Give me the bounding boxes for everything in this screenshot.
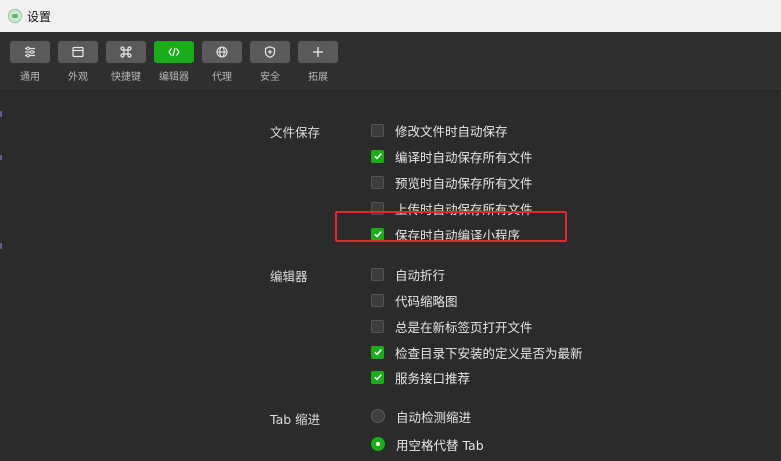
edge-mark (0, 111, 2, 117)
tab-shortcuts-label: 快捷键 (111, 72, 141, 83)
section-title-file-save: 文件保存 (270, 125, 321, 140)
tab-security-button[interactable] (250, 41, 290, 63)
settings-content: 文件保存 修改文件时自动保存 编译时自动保存所有文件 预览时自动保存所有文件 上… (0, 91, 781, 461)
tab-proxy-label: 代理 (212, 72, 232, 83)
checkbox[interactable] (371, 175, 384, 189)
option-auto-detect-indent[interactable]: 自动检测缩进 (371, 406, 471, 426)
option-label: 修改文件时自动保存 (395, 123, 508, 139)
checkbox[interactable] (371, 123, 384, 137)
tab-editor-button[interactable] (154, 41, 194, 63)
edge-mark (0, 243, 2, 249)
option-label: 自动检测缩进 (396, 409, 472, 425)
plus-icon (313, 47, 323, 57)
checkbox[interactable] (371, 293, 384, 307)
option-open-in-new-tab[interactable]: 总是在新标签页打开文件 (371, 316, 533, 336)
tab-general-button[interactable] (10, 41, 50, 63)
tab-proxy-button[interactable] (202, 41, 242, 63)
tab-shortcuts-button[interactable] (106, 41, 146, 63)
option-label: 用空格代替 Tab (396, 437, 484, 453)
option-label: 预览时自动保存所有文件 (395, 175, 533, 191)
window-icon (72, 46, 84, 58)
option-label: 自动折行 (395, 267, 446, 283)
check-icon (373, 153, 382, 160)
option-label: 代码缩略图 (395, 293, 458, 309)
tab-extensions[interactable]: 拓展 (298, 41, 338, 87)
settings-toolbar: 通用 外观 快捷键 编辑器 代理 安全 拓展 (0, 32, 781, 91)
globe-icon (216, 46, 228, 58)
checkbox[interactable] (371, 370, 384, 384)
option-label: 总是在新标签页打开文件 (395, 319, 533, 335)
check-icon (373, 374, 382, 381)
checkbox[interactable] (371, 319, 384, 333)
command-icon (120, 46, 132, 58)
tab-general-label: 通用 (20, 72, 40, 83)
section-title-tab-indent: Tab 缩进 (270, 412, 321, 427)
radio-button[interactable] (371, 437, 385, 451)
tab-appearance-button[interactable] (58, 41, 98, 63)
tab-general[interactable]: 通用 (10, 41, 50, 87)
checkbox[interactable] (371, 149, 384, 163)
check-icon (373, 349, 382, 356)
shield-icon (264, 46, 276, 58)
highlight-box (335, 211, 567, 242)
option-word-wrap[interactable]: 自动折行 (371, 264, 445, 284)
tab-proxy[interactable]: 代理 (202, 41, 242, 87)
option-label: 检查目录下安装的定义是否为最新 (395, 345, 583, 361)
option-api-recommendation[interactable]: 服务接口推荐 (371, 367, 470, 387)
option-check-definitions[interactable]: 检查目录下安装的定义是否为最新 (371, 342, 583, 362)
tab-editor[interactable]: 编辑器 (154, 41, 194, 87)
option-minimap[interactable]: 代码缩略图 (371, 290, 458, 310)
app-logo-icon (8, 9, 22, 23)
tab-extensions-button[interactable] (298, 41, 338, 63)
tab-security[interactable]: 安全 (250, 41, 290, 87)
tab-appearance[interactable]: 外观 (58, 41, 98, 87)
option-autosave-on-change[interactable]: 修改文件时自动保存 (371, 120, 508, 140)
code-icon (168, 47, 180, 57)
tab-editor-label: 编辑器 (159, 72, 189, 83)
tab-appearance-label: 外观 (68, 72, 88, 83)
option-save-all-on-preview[interactable]: 预览时自动保存所有文件 (371, 172, 533, 192)
window-title: 设置 (27, 9, 52, 24)
section-title-editor: 编辑器 (270, 269, 308, 284)
title-bar: 设置 (0, 0, 781, 32)
option-spaces-for-tab[interactable]: 用空格代替 Tab (371, 434, 484, 454)
sliders-icon (25, 46, 35, 58)
checkbox[interactable] (371, 345, 384, 359)
tab-extensions-label: 拓展 (308, 72, 328, 83)
tab-shortcuts[interactable]: 快捷键 (106, 41, 146, 87)
edge-mark (0, 155, 2, 160)
checkbox[interactable] (371, 267, 384, 281)
tab-security-label: 安全 (260, 72, 280, 83)
radio-button[interactable] (371, 409, 385, 423)
option-label: 服务接口推荐 (395, 370, 471, 386)
option-label: 编译时自动保存所有文件 (395, 149, 533, 165)
option-save-all-on-compile[interactable]: 编译时自动保存所有文件 (371, 146, 533, 166)
